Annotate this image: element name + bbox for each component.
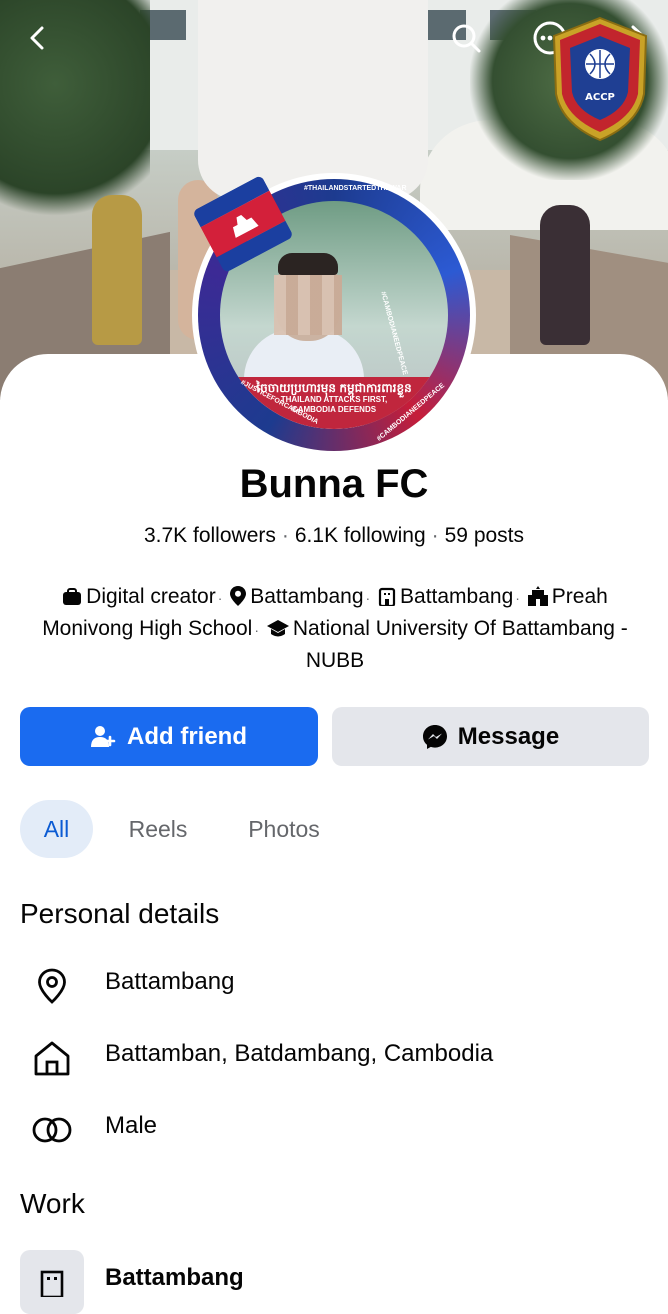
location-pin-icon [230, 585, 247, 614]
graduation-cap-icon [266, 617, 289, 646]
following-count[interactable]: 6.1K following [295, 524, 426, 547]
school-icon [527, 585, 548, 614]
add-friend-button[interactable]: Add friend [20, 707, 318, 766]
personal-details-title: Personal details [20, 898, 220, 929]
intro-location: Battambang [250, 585, 364, 608]
frame-tag-top: #THAILANDSTARTEDTHEWAR [304, 185, 407, 192]
cover-person [198, 0, 428, 200]
messenger-icon [422, 724, 448, 750]
message-label: Message [457, 722, 560, 750]
add-friend-label: Add friend [127, 722, 247, 750]
profile-name: Bunna FC [239, 462, 429, 506]
blurred-face [274, 275, 342, 335]
tab-photos[interactable]: Photos [232, 800, 336, 858]
profile-stats: 3.7K followers · 6.1K following · 59 posts [143, 524, 525, 547]
work-item-text[interactable]: Battambang [105, 1264, 244, 1292]
profile-avatar[interactable]: ចៃចាយប្រហារមុន កម្ពុជាការពារខ្លួន THAILA… [192, 173, 476, 457]
briefcase-icon [62, 585, 82, 614]
message-button[interactable]: Message [332, 707, 649, 766]
police-badge-logo: ACCP [548, 14, 652, 144]
intro-category: Digital creator [86, 585, 216, 608]
profile-intro: Digital creator · Battambang · Battambang ·… [42, 585, 628, 672]
chevron-left-icon [30, 26, 44, 50]
detail-row-location[interactable]: Battambang [0, 958, 668, 1010]
detail-text: Male [105, 1112, 158, 1139]
detail-row-hometown[interactable]: Battamban, Batdambang, Cambodia [0, 1030, 668, 1082]
detail-row-gender[interactable]: Male [0, 1102, 668, 1154]
posts-count: 59 posts [444, 524, 525, 547]
followers-count[interactable]: 3.7K followers [144, 524, 276, 547]
detail-text: Battamban, Batdambang, Cambodia [105, 1040, 494, 1067]
detail-text: Battambang [105, 968, 235, 995]
tab-reels[interactable]: Reels [110, 800, 206, 858]
search-icon [452, 24, 481, 53]
add-person-icon [91, 725, 117, 749]
location-pin-icon [32, 966, 72, 1006]
gender-icon [32, 1110, 72, 1150]
work-title: Work [20, 1188, 85, 1219]
hometown-building-icon [378, 585, 396, 614]
search-button[interactable] [444, 16, 488, 60]
work-icon-thumb[interactable] [20, 1250, 84, 1314]
intro-university: National University Of Battambang - NUBB [292, 617, 628, 672]
cover-pedestrian [540, 205, 590, 345]
intro-hometown: Battambang [400, 585, 514, 608]
home-icon [32, 1038, 72, 1078]
cover-pedestrian [92, 195, 142, 345]
banner-khmer-text: ចៃចាយប្រហារមុន កម្ពុជាការពារខ្លួន [256, 381, 412, 395]
tab-all[interactable]: All [20, 800, 93, 858]
back-button[interactable] [16, 16, 60, 60]
building-icon [40, 1270, 64, 1297]
badge-text: ACCP [585, 92, 615, 103]
